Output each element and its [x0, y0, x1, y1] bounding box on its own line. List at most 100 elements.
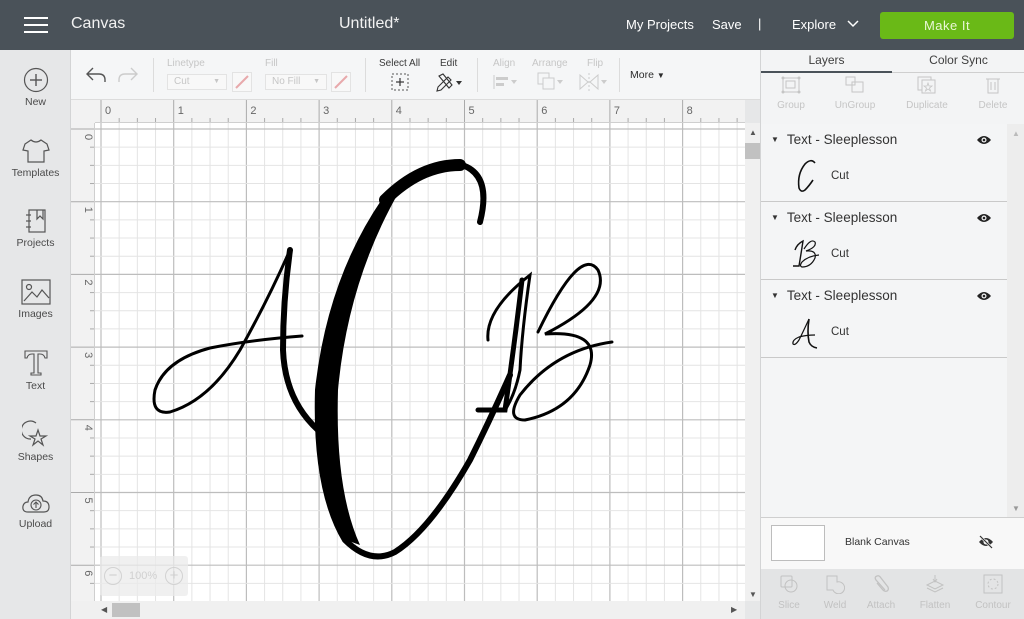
eye-hidden-icon[interactable]	[977, 534, 995, 550]
design-canvas[interactable]	[95, 123, 745, 601]
horizontal-scroll-thumb[interactable]	[112, 603, 140, 617]
scroll-down-arrow-icon[interactable]: ▼	[749, 590, 757, 599]
sidebar-item-templates[interactable]: Templates	[0, 138, 71, 208]
flip-icon[interactable]	[579, 72, 609, 92]
ruler-label: 0	[105, 105, 111, 117]
layer-header[interactable]: ▼ Text - Sleeplesson	[771, 132, 897, 147]
collapse-triangle-icon[interactable]: ▼	[771, 291, 779, 300]
sidebar-item-new[interactable]: New	[0, 67, 71, 137]
ruler-label: 1	[82, 207, 94, 213]
trash-icon	[986, 78, 1000, 94]
caret-down-icon: ▼	[656, 71, 665, 80]
sidebar-label: Shapes	[17, 451, 54, 463]
contour-button[interactable]: Contour	[969, 574, 1017, 611]
scroll-left-arrow-icon[interactable]: ◀	[101, 605, 107, 614]
make-it-button[interactable]: Make It	[880, 12, 1014, 39]
fill-color-swatch[interactable]	[331, 72, 351, 92]
ruler-label: 3	[82, 352, 94, 358]
layer-item[interactable]: ▼ Text - Sleeplesson Cut	[761, 202, 1007, 280]
align-icon[interactable]	[493, 74, 519, 90]
fill-value: No Fill	[272, 76, 301, 87]
bottom-actions-bar: Slice Weld Attach Flatten Contour	[761, 569, 1024, 619]
vertical-scrollbar[interactable]: ▲ ▼	[745, 123, 760, 601]
redo-icon[interactable]	[117, 66, 139, 84]
flatten-button[interactable]: Flatten	[913, 574, 957, 611]
slice-icon	[780, 575, 798, 593]
scroll-up-arrow-icon[interactable]: ▲	[1012, 129, 1020, 138]
scroll-up-arrow-icon[interactable]: ▲	[749, 128, 757, 137]
select-all-icon[interactable]	[391, 73, 409, 91]
duplicate-button[interactable]: Duplicate	[903, 76, 951, 111]
layer-header[interactable]: ▼ Text - Sleeplesson	[771, 288, 897, 303]
document-title: Untitled*	[339, 15, 400, 32]
ruler-label: 4	[396, 105, 402, 117]
more-label: More	[630, 69, 654, 81]
scroll-right-arrow-icon[interactable]: ▶	[731, 605, 737, 614]
layers-scrollbar[interactable]: ▲ ▼	[1007, 124, 1024, 517]
monogram-letter-c[interactable]	[314, 159, 513, 560]
layer-header[interactable]: ▼ Text - Sleeplesson	[771, 210, 897, 225]
layer-thumbnail-b	[793, 239, 820, 268]
attach-button[interactable]: Attach	[861, 574, 901, 611]
eye-icon[interactable]	[976, 134, 992, 146]
toolbar-divider	[477, 58, 478, 92]
arrange-icon[interactable]	[537, 72, 565, 92]
eye-icon[interactable]	[976, 212, 992, 224]
sidebar-label: Templates	[11, 167, 60, 179]
chevron-down-icon[interactable]	[846, 17, 860, 31]
zoom-out-button[interactable]: −	[104, 567, 122, 585]
tab-color-sync[interactable]: Color Sync	[892, 50, 1024, 73]
slice-button[interactable]: Slice	[769, 574, 809, 611]
delete-button[interactable]: Delete	[975, 76, 1011, 111]
eye-icon[interactable]	[976, 290, 992, 302]
linetype-label: Linetype	[167, 58, 205, 69]
more-menu-button[interactable]: More ▼	[630, 69, 665, 81]
paperclip-icon	[874, 575, 889, 592]
scroll-down-arrow-icon[interactable]: ▼	[1012, 504, 1020, 513]
sidebar-item-projects[interactable]: Projects	[0, 208, 71, 278]
cloud-upload-icon	[21, 494, 50, 513]
weld-button[interactable]: Weld	[815, 574, 855, 611]
linetype-select[interactable]: Cut ▼	[167, 74, 227, 90]
vertical-scroll-thumb[interactable]	[745, 143, 760, 159]
sidebar-item-images[interactable]: Images	[0, 279, 71, 349]
header-separator: |	[758, 16, 762, 31]
layer-item[interactable]: ▼ Text - Sleeplesson Cut	[761, 124, 1007, 202]
flatten-icon	[925, 575, 945, 593]
undo-icon[interactable]	[85, 66, 107, 84]
zoom-in-button[interactable]: +	[165, 567, 183, 585]
blank-canvas-row[interactable]: Blank Canvas	[761, 517, 1024, 569]
sidebar-item-text[interactable]: Text	[0, 349, 71, 419]
layers-panel: Layers Color Sync Group UnGroup Duplicat…	[760, 50, 1024, 619]
layer-item[interactable]: ▼ Text - Sleeplesson Cut	[761, 280, 1007, 358]
save-link[interactable]: Save	[712, 17, 742, 32]
layer-operation: Cut	[831, 326, 849, 338]
sidebar-item-shapes[interactable]: Shapes	[0, 420, 71, 490]
group-button[interactable]: Group	[773, 76, 809, 111]
weld-icon	[826, 575, 845, 594]
tab-layers[interactable]: Layers	[761, 50, 892, 73]
horizontal-scrollbar[interactable]: ◀ ▶	[95, 601, 745, 619]
zoom-control: − 100% +	[100, 556, 188, 596]
edit-pencil-ruler-icon[interactable]	[435, 72, 463, 92]
collapse-triangle-icon[interactable]: ▼	[771, 135, 779, 144]
ungroup-button[interactable]: UnGroup	[831, 76, 879, 111]
collapse-triangle-icon[interactable]: ▼	[771, 213, 779, 222]
ruler-label: 2	[250, 105, 256, 117]
select-all-label: Select All	[379, 58, 421, 69]
layer-operation: Cut	[831, 248, 849, 260]
my-projects-link[interactable]: My Projects	[626, 17, 694, 32]
linetype-color-swatch[interactable]	[232, 72, 252, 92]
ungroup-label: UnGroup	[834, 100, 876, 111]
scroll-corner	[71, 601, 95, 619]
blank-canvas-swatch[interactable]	[771, 525, 825, 561]
linetype-value: Cut	[174, 76, 190, 87]
layers-list: ▼ Text - Sleeplesson Cut ▼ Text - Sleeples…	[761, 124, 1007, 517]
hamburger-menu-icon[interactable]	[24, 17, 48, 34]
layers-empty-area	[761, 358, 1007, 517]
monogram-letter-a[interactable]	[152, 247, 321, 433]
toolbar-divider	[365, 58, 366, 92]
fill-select[interactable]: No Fill ▼	[265, 74, 327, 90]
sidebar-item-upload[interactable]: Upload	[0, 491, 71, 561]
explore-menu[interactable]: Explore	[792, 17, 836, 32]
